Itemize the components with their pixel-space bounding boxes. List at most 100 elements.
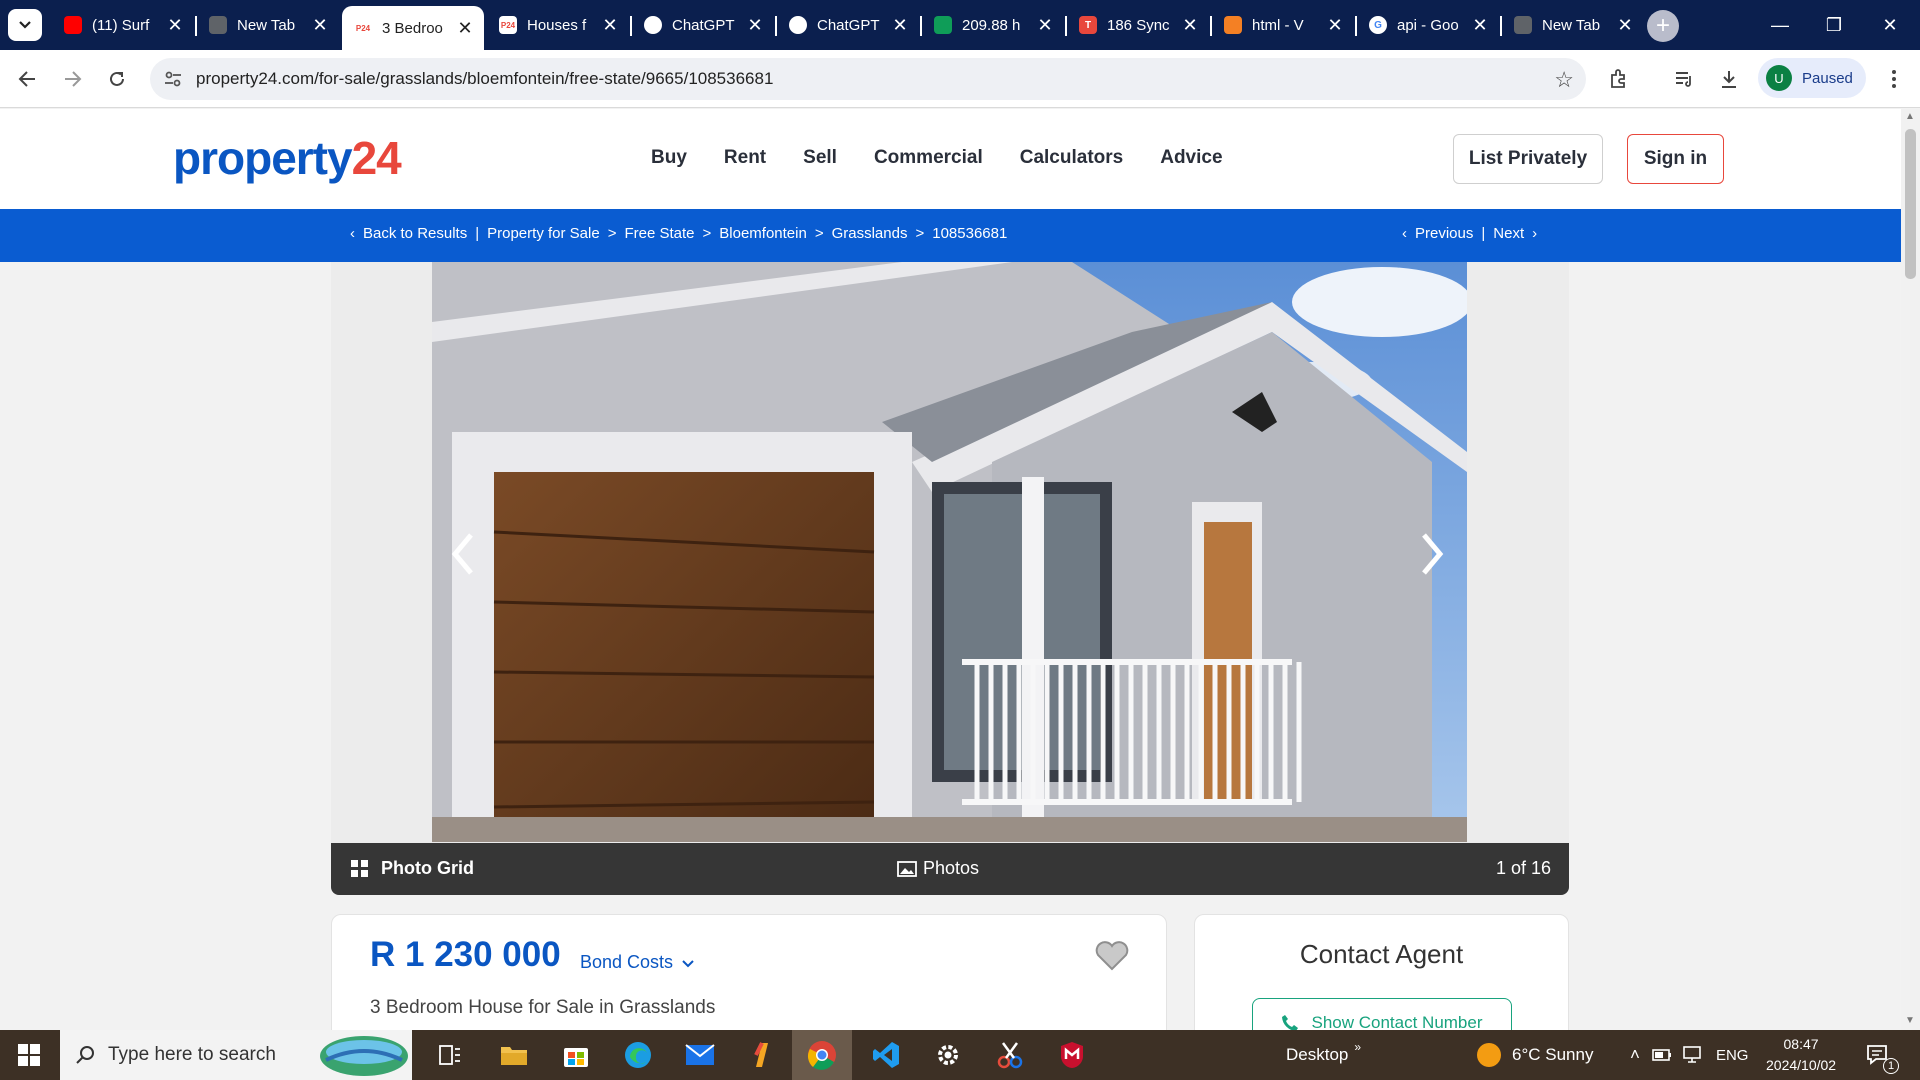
nav-buy[interactable]: Buy	[651, 147, 687, 169]
nav-commercial[interactable]: Commercial	[874, 147, 983, 169]
close-tab-icon[interactable]: ✕	[891, 15, 909, 36]
close-tab-icon[interactable]: ✕	[311, 15, 329, 36]
media-control-icon[interactable]	[1668, 63, 1700, 95]
favourite-heart-icon[interactable]	[1095, 941, 1129, 976]
browser-tab[interactable]: ChatGPT ✕	[777, 6, 919, 44]
microsoft-store-icon[interactable]	[546, 1030, 606, 1080]
weather-widget[interactable]: 6°C Sunny	[1476, 1030, 1593, 1080]
show-contact-number-button[interactable]: Show Contact Number	[1252, 998, 1512, 1030]
network-icon[interactable]	[1682, 1046, 1702, 1064]
taskbar-search-box[interactable]: Type here to search	[60, 1030, 412, 1080]
search-highlight-illustration-icon	[320, 1036, 408, 1076]
site-info-icon[interactable]	[150, 71, 196, 87]
close-tab-icon[interactable]: ✕	[601, 15, 619, 36]
minimize-button[interactable]: —	[1762, 10, 1798, 40]
browser-tab[interactable]: (11) Surf ✕	[52, 6, 194, 44]
windows-taskbar: Type here to search Desktop » 6°C Sunny …	[0, 1030, 1920, 1080]
page-scrollbar[interactable]: ▲ ▼	[1901, 109, 1920, 1030]
nav-advice[interactable]: Advice	[1160, 147, 1222, 169]
next-link[interactable]: Next	[1493, 225, 1524, 242]
browser-menu-icon[interactable]	[1878, 63, 1910, 95]
scroll-up-arrow-icon[interactable]: ▲	[1905, 111, 1915, 122]
bookmark-star-icon[interactable]: ☆	[1554, 67, 1574, 93]
site-header: property24 Buy Rent Sell Commercial Calc…	[0, 109, 1901, 209]
browser-tab[interactable]: T 186 Sync ✕	[1067, 6, 1209, 44]
edge-browser-icon[interactable]	[608, 1030, 668, 1080]
main-nav: Buy Rent Sell Commercial Calculators Adv…	[651, 147, 1260, 169]
extensions-icon[interactable]	[1602, 63, 1634, 95]
back-to-results-link[interactable]: Back to Results	[363, 225, 467, 242]
photo-grid-button[interactable]: Photo Grid	[351, 858, 474, 879]
nav-calculators[interactable]: Calculators	[1020, 147, 1123, 169]
browser-tab[interactable]: html - V ✕	[1212, 6, 1354, 44]
breadcrumb-property-for-sale[interactable]: Property for Sale	[487, 225, 600, 242]
property24-icon: P24	[354, 19, 372, 37]
nav-rent[interactable]: Rent	[724, 147, 766, 169]
browser-tab[interactable]: P24 Houses f ✕	[487, 6, 629, 44]
desktop-toolbar[interactable]: Desktop »	[1286, 1030, 1361, 1080]
listing-photo[interactable]	[432, 262, 1467, 842]
file-explorer-icon[interactable]	[484, 1030, 544, 1080]
close-tab-icon[interactable]: ✕	[166, 15, 184, 36]
browser-tab[interactable]: Gapi - Goo ✕	[1357, 6, 1499, 44]
browser-tab[interactable]: New Tab ✕	[197, 6, 339, 44]
browser-tab[interactable]: 209.88 h ✕	[922, 6, 1064, 44]
bond-costs-toggle[interactable]: Bond Costs	[580, 952, 694, 973]
browser-tab-strip: (11) Surf ✕ New Tab ✕ P24 3 Bedroo ✕ P24 Houses …	[0, 0, 1920, 50]
vscode-icon[interactable]	[856, 1030, 916, 1080]
browser-tab[interactable]: P24 3 Bedroo ✕	[342, 6, 484, 50]
close-window-button[interactable]: ✕	[1872, 10, 1908, 40]
forward-button[interactable]	[57, 63, 89, 95]
breadcrumb-free-state[interactable]: Free State	[624, 225, 694, 242]
mcafee-shield-icon[interactable]	[1042, 1030, 1102, 1080]
close-tab-icon[interactable]: ✕	[456, 18, 474, 39]
browser-tab[interactable]: ChatGPT ✕	[632, 6, 774, 44]
logo-text-property: property	[173, 132, 353, 184]
browser-tab[interactable]: New Tab ✕	[1502, 6, 1644, 44]
address-bar[interactable]: property24.com/for-sale/grasslands/bloem…	[150, 58, 1586, 100]
clock-time: 08:47	[1783, 1036, 1819, 1052]
close-tab-icon[interactable]: ✕	[1471, 15, 1489, 36]
previous-link[interactable]: Previous	[1415, 225, 1473, 242]
mail-icon[interactable]	[670, 1030, 730, 1080]
next-photo-button[interactable]	[1412, 524, 1452, 584]
tab-search-button[interactable]	[8, 9, 42, 41]
grid-icon	[351, 859, 368, 877]
profile-button[interactable]: U Paused	[1758, 58, 1866, 98]
property24-logo[interactable]: property24	[173, 131, 402, 185]
close-tab-icon[interactable]: ✕	[1181, 15, 1199, 36]
chevron-up-icon[interactable]: ˄	[1630, 1045, 1640, 1065]
restore-button[interactable]: ❐	[1816, 10, 1852, 40]
photos-button[interactable]: Photos	[897, 858, 979, 879]
slack-style-app-icon[interactable]	[732, 1030, 792, 1080]
settings-gear-icon[interactable]	[918, 1030, 978, 1080]
close-tab-icon[interactable]: ✕	[746, 15, 764, 36]
windows-logo-icon	[18, 1044, 40, 1066]
reload-button[interactable]	[101, 63, 133, 95]
taskbar-clock[interactable]: 08:47 2024/10/02	[1766, 1034, 1836, 1076]
notification-center-button[interactable]: 1	[1866, 1030, 1899, 1080]
breadcrumb-bloemfontein[interactable]: Bloemfontein	[719, 225, 807, 242]
close-tab-icon[interactable]: ✕	[1616, 15, 1634, 36]
breadcrumb-grasslands[interactable]: Grasslands	[832, 225, 908, 242]
previous-photo-button[interactable]	[443, 524, 483, 584]
downloads-icon[interactable]	[1713, 63, 1745, 95]
back-button[interactable]	[11, 63, 43, 95]
chrome-taskbar-icon[interactable]	[792, 1030, 852, 1080]
snipping-tool-icon[interactable]	[980, 1030, 1040, 1080]
language-indicator[interactable]: ENG	[1716, 1047, 1749, 1064]
breadcrumb-divider: |	[475, 225, 480, 242]
start-button[interactable]	[0, 1030, 58, 1080]
close-tab-icon[interactable]: ✕	[1036, 15, 1054, 36]
close-tab-icon[interactable]: ✕	[1326, 15, 1344, 36]
breadcrumb-listing-id: 108536681	[932, 225, 1008, 242]
new-tab-button[interactable]: +	[1647, 10, 1679, 42]
scrollbar-thumb[interactable]	[1905, 129, 1916, 279]
task-view-icon[interactable]	[420, 1030, 480, 1080]
scroll-down-arrow-icon[interactable]: ▼	[1905, 1015, 1915, 1026]
arrow-left-icon	[18, 71, 35, 87]
list-privately-button[interactable]: List Privately	[1453, 134, 1603, 184]
nav-sell[interactable]: Sell	[803, 147, 837, 169]
battery-icon[interactable]	[1652, 1047, 1672, 1063]
sign-in-button[interactable]: Sign in	[1627, 134, 1724, 184]
